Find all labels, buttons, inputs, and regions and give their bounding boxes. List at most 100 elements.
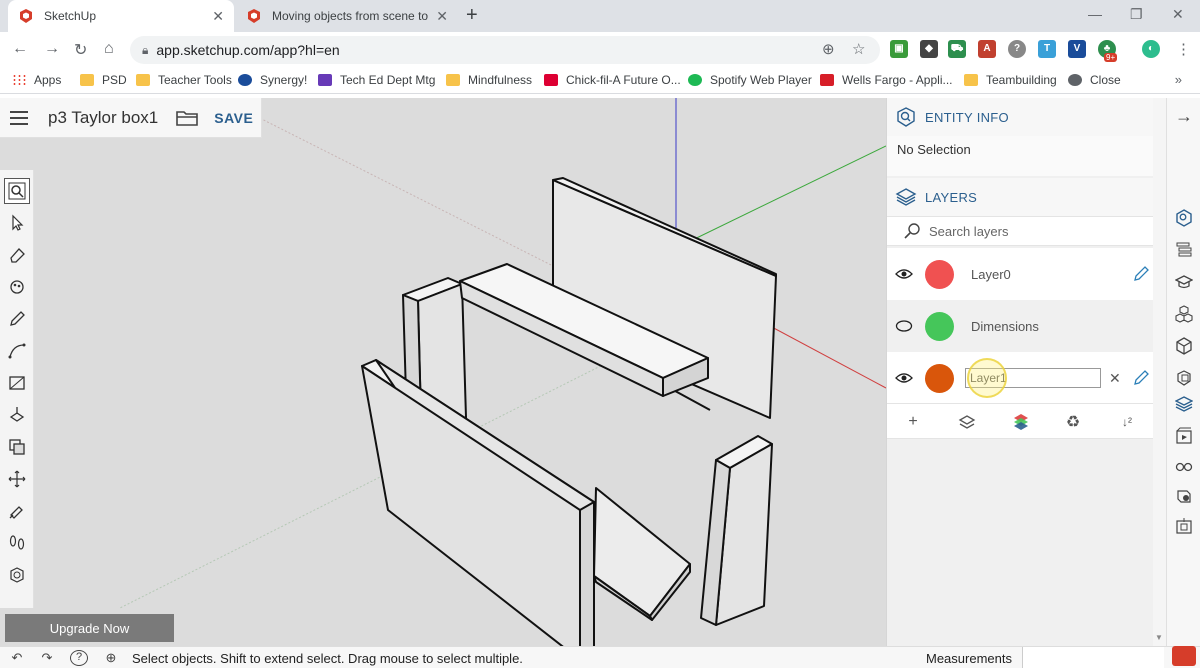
push-pull-tool-button[interactable] [4,402,30,428]
components-rail-button[interactable] [1174,304,1194,324]
bookmark-mindfulness[interactable]: Mindfulness [446,73,532,87]
move-tool-button[interactable] [4,466,30,492]
eraser-tool-button[interactable] [4,242,30,268]
entity-info-header[interactable]: ENTITY INFO [887,98,1153,136]
upgrade-now-button[interactable]: Upgrade Now [5,614,174,642]
folder-icon [136,74,150,86]
bookmark-close[interactable]: Close [1068,73,1121,87]
restore-icon[interactable]: ❐ [1130,6,1143,23]
bookmark-apps[interactable]: Apps [12,73,61,87]
layers-title: LAYERS [925,189,978,205]
layers-rail-button[interactable] [1174,394,1194,414]
extension-help-icon[interactable]: ? [1008,40,1026,58]
solar-rail-button[interactable] [1174,486,1194,506]
offset-tool-button[interactable] [4,434,30,460]
bookmark-chick-fil-a[interactable]: Chick-fil-A Future O... [544,73,681,87]
close-tab-icon[interactable]: ✕ [436,8,448,25]
window-close-icon[interactable]: ✕ [1172,6,1184,23]
instructor-rail-button[interactable] [1174,272,1194,292]
eye-hidden-icon[interactable] [895,320,913,332]
url-field[interactable]: 🔒︎ app.sketchup.com/app?hl=en [130,36,880,64]
styles-rail-button[interactable] [1174,368,1194,388]
help-icon[interactable]: ? [70,650,88,666]
bookmark-star-icon[interactable]: ☆ [852,40,865,58]
bookmark-spotify[interactable]: Spotify Web Player [688,73,812,87]
layer-row-layer0[interactable]: Layer0 [887,248,1153,300]
extension-pdf-icon[interactable]: A [978,40,996,58]
sketchup-logo-icon[interactable] [1172,646,1196,666]
hamburger-menu-icon[interactable] [10,107,28,129]
eye-visible-icon[interactable] [895,372,913,384]
bookmark-synergy[interactable]: Synergy! [238,73,307,87]
layer-color-swatch[interactable] [925,259,954,289]
display-rail-button[interactable] [1174,456,1194,476]
extension-classroom-icon[interactable]: ▣ [890,40,908,58]
search-tool-button[interactable] [4,178,30,204]
select-tool-button[interactable] [4,210,30,236]
back-icon[interactable]: ← [12,40,28,58]
scroll-down-icon[interactable]: ▼ [1155,633,1163,642]
entity-info-rail-button[interactable] [1174,208,1194,228]
new-tab-icon[interactable]: + [466,4,478,27]
color-by-layer-icon[interactable] [1011,412,1031,432]
home-icon[interactable]: ⌂ [104,40,114,58]
click-highlight [967,358,1007,398]
outliner-rail-button[interactable] [1174,240,1194,260]
scenes-rail-button[interactable] [1174,426,1194,446]
glasses-icon [1175,462,1193,472]
arc-tool-button[interactable] [4,338,30,364]
walk-tool-button[interactable] [4,530,30,556]
3d-viewport[interactable]: p3 Taylor box1 SAVE Upgrade Now [0,98,886,646]
orbit-tool-button[interactable] [4,562,30,588]
bookmarks-overflow-icon[interactable]: » [1175,72,1182,87]
bookmark-wells-fargo[interactable]: Wells Fargo - Appli... [820,73,952,87]
cancel-edit-icon[interactable]: ✕ [1109,370,1121,387]
edit-pencil-icon[interactable] [1133,370,1149,386]
extension-v-icon[interactable]: V [1068,40,1086,58]
add-layer-icon[interactable]: + [903,412,923,432]
layer-row-layer1[interactable]: ✕ [887,352,1153,404]
globe-icon[interactable]: ⊕ [102,650,120,666]
materials-rail-button[interactable] [1174,336,1194,356]
extension-translate-icon[interactable]: T [1038,40,1056,58]
panel-scrollbar[interactable]: ▼ [1153,98,1167,646]
menu-dots-icon[interactable]: ⋮ [1176,40,1191,58]
paint-tool-button[interactable] [4,274,30,300]
forward-icon[interactable]: → [44,40,60,58]
layer-details-icon[interactable] [957,412,977,432]
export-rail-button[interactable] [1174,516,1194,536]
edit-pencil-icon[interactable] [1133,266,1149,282]
layers-header[interactable]: LAYERS [887,178,1153,216]
redo-icon[interactable]: ↷ [38,650,56,666]
browser-tab-bar: SketchUp ✕ Moving objects from scene to … [0,0,1200,32]
minimize-icon[interactable]: — [1088,6,1102,22]
layer-color-swatch[interactable] [925,363,954,393]
tab-sketchup[interactable]: SketchUp ✕ [8,0,234,32]
extension-shield-icon[interactable]: ◆ [920,40,938,58]
model-title[interactable]: p3 Taylor box1 [48,108,158,128]
pencil-tool-button[interactable] [4,306,30,332]
bookmark-teacher-tools[interactable]: Teacher Tools [136,73,232,87]
rectangle-tool-button[interactable] [4,370,30,396]
bookmark-psd[interactable]: PSD [80,73,127,87]
layer-color-swatch[interactable] [925,311,954,341]
add-icon[interactable]: ⊕ [822,40,835,58]
collapse-panel-icon[interactable]: → [1175,106,1193,127]
undo-icon[interactable]: ↶ [8,650,26,666]
reload-icon[interactable]: ↻ [74,40,87,60]
close-tab-icon[interactable]: ✕ [212,8,224,25]
eye-visible-icon[interactable] [895,268,913,280]
bookmark-tech-ed[interactable]: Tech Ed Dept Mtg [318,73,435,87]
tab-moving-objects[interactable]: Moving objects from scene to sc ✕ [236,0,458,32]
purge-layers-icon[interactable]: ♻ [1063,412,1083,432]
layer-row-dimensions[interactable]: Dimensions [887,300,1153,352]
save-button[interactable]: SAVE [214,110,253,126]
extension-drive-icon[interactable]: ⛟ [948,40,966,58]
measurements-input[interactable] [1022,647,1164,668]
search-layers-field[interactable]: Search layers [887,216,1153,246]
bookmark-teambuilding[interactable]: Teambuilding [964,73,1057,87]
tape-tool-button[interactable] [4,498,30,524]
sort-layers-icon[interactable]: ↓² [1117,412,1137,432]
profile-avatar-icon[interactable]: ◐ [1142,40,1160,58]
open-folder-icon[interactable] [176,109,199,127]
